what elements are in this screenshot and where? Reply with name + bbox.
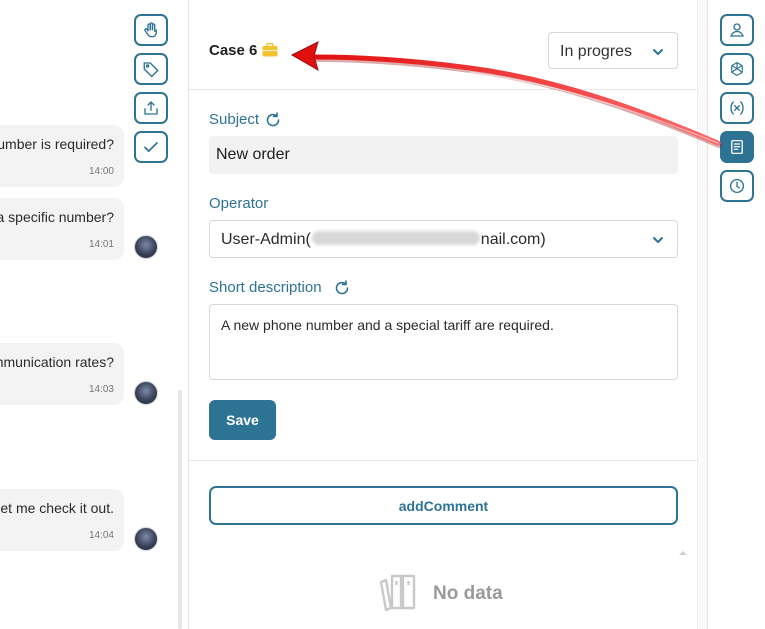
share-upload-icon [144,101,158,115]
operator-label: Operator [209,195,269,212]
hand-icon [144,22,157,38]
add-comment-button[interactable]: addComment [209,486,678,525]
chevron-down-icon [653,237,663,243]
chat-message: umber is required? 14:00 [0,125,124,187]
case-panel: Case 6 In progres Subject New order Oper… [189,0,697,629]
app-window: umber is required? 14:00 a specific numb… [0,0,765,629]
divider [189,89,697,90]
avatar [134,235,158,259]
scroll-up-indicator [679,551,687,555]
rail-button-notes[interactable] [720,131,754,163]
rail-button-openai[interactable] [720,53,754,85]
chat-column: umber is required? 14:00 a specific numb… [0,0,182,629]
subject-label: Subject [209,111,260,128]
openai-icon [731,62,743,76]
description-label: Short description [209,279,322,296]
subject-field[interactable]: New order [209,136,678,174]
chat-message: et me check it out. 14:04 [0,489,124,551]
refresh-icon[interactable] [334,280,350,296]
no-data-text: No data [433,583,503,604]
save-button[interactable]: Save [209,400,276,440]
no-data-icon [379,574,416,612]
status-select[interactable]: In progres [548,32,678,69]
message-time: 14:04 [88,530,114,541]
chat-message: nmunication rates? 14:03 [0,343,124,405]
share-button[interactable] [134,92,168,124]
check-icon [144,142,158,152]
chat-message: a specific number? 14:01 [0,198,124,260]
avatar [134,527,158,551]
hand-button[interactable] [134,14,168,46]
message-text: nmunication rates? [0,354,114,370]
rail-button-user[interactable] [720,14,754,46]
refresh-icon[interactable] [265,112,281,128]
operator-select[interactable]: User-Admin(nail.com) [209,220,678,258]
case-title: Case 6 [209,42,258,59]
message-text: umber is required? [0,136,114,152]
user-icon [730,23,744,37]
chat-scrollbar[interactable] [178,390,182,629]
message-text: a specific number? [0,209,114,225]
operator-value: User-Admin(nail.com) [221,231,546,248]
subject-value: New order [216,146,290,163]
description-value: A new phone number and a special tariff … [221,317,554,333]
redacted-email [311,231,480,245]
clock-icon [729,178,745,194]
status-value: In progres [560,43,633,60]
briefcase-icon [262,43,278,57]
panel-scrollbar[interactable] [697,0,707,629]
resolve-button[interactable] [134,131,168,163]
message-time: 14:03 [88,384,114,395]
rail-button-variables[interactable] [720,92,754,124]
tag-button[interactable] [134,53,168,85]
message-text: et me check it out. [0,500,114,516]
avatar [134,381,158,405]
column-divider [707,0,708,629]
description-textarea[interactable]: A new phone number and a special tariff … [209,304,678,380]
divider [189,460,697,461]
message-time: 14:01 [88,239,114,250]
tag-icon [143,62,159,78]
variable-icon [730,101,744,115]
message-time: 14:00 [88,166,114,177]
rail-button-history[interactable] [720,170,754,202]
chevron-down-icon [653,49,663,55]
notes-icon [731,139,743,155]
